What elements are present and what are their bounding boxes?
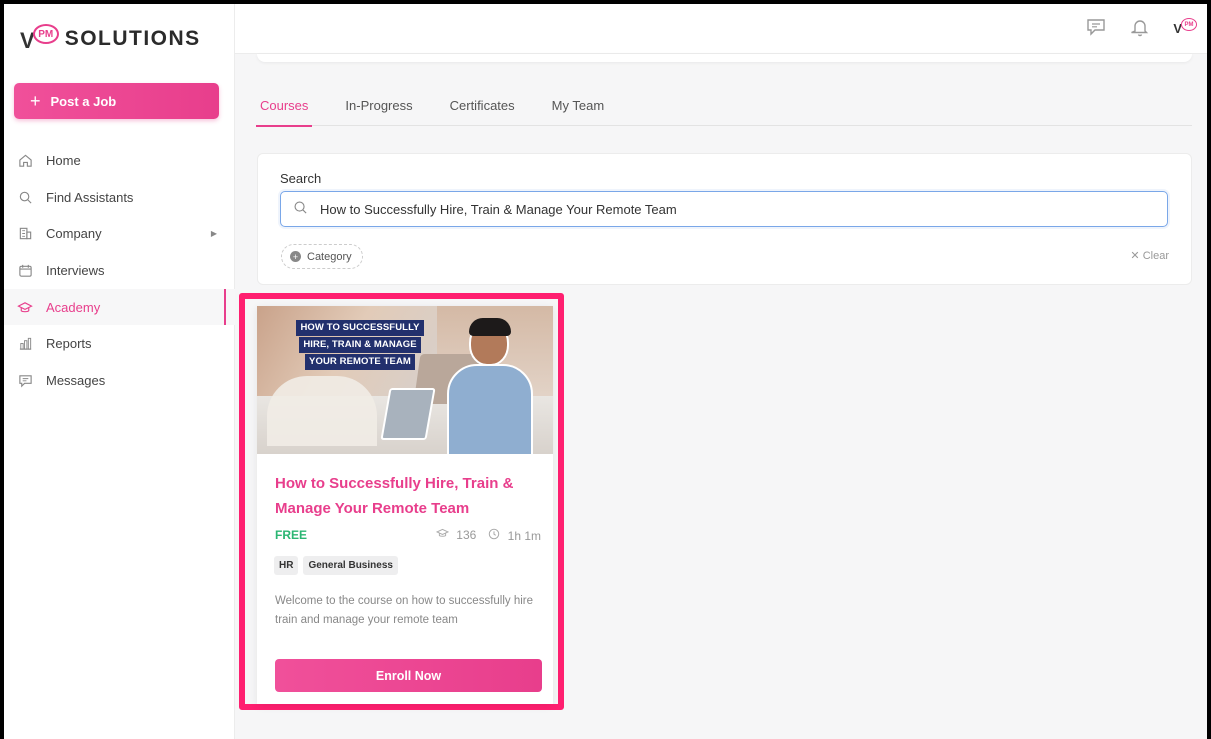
course-meta: FREE 136 1h 1m (275, 528, 541, 544)
banner-line: HIRE, TRAIN & MANAGE (299, 337, 421, 353)
academy-tabs: Courses In-Progress Certificates My Team (255, 92, 1192, 127)
brand-logo[interactable]: V PM SOLUTIONS (20, 20, 201, 56)
sidebar-item-label: Find Assistants (46, 189, 134, 205)
building-icon (16, 225, 34, 243)
sidebar-item-label: Company (46, 226, 102, 242)
logo-pm: PM (1181, 18, 1197, 31)
sidebar-item-interviews[interactable]: Interviews (4, 252, 235, 289)
chat-icon[interactable] (1085, 16, 1107, 38)
enrolled-count: 136 (435, 528, 477, 543)
course-title[interactable]: How to Successfully Hire, Train & Manage… (275, 471, 540, 521)
sidebar: V PM SOLUTIONS + Post a Job Home Find As… (4, 4, 235, 739)
post-job-label: Post a Job (50, 93, 117, 109)
tab-certificates[interactable]: Certificates (450, 92, 515, 126)
plus-circle-icon: + (290, 251, 301, 262)
banner-line: YOUR REMOTE TEAM (305, 354, 415, 370)
clear-button[interactable]: ✕ Clear (1130, 249, 1169, 262)
top-panel-edge (257, 54, 1192, 62)
topbar: V PM (235, 4, 1207, 54)
course-banner: HOW TO SUCCESSFULLY HIRE, TRAIN & MANAGE… (285, 320, 435, 371)
thumb-arm (267, 376, 377, 446)
sidebar-item-reports[interactable]: Reports (4, 325, 235, 362)
sidebar-item-label: Reports (46, 336, 92, 352)
tab-in-progress[interactable]: In-Progress (345, 92, 412, 126)
graduation-cap-icon (435, 528, 452, 542)
chat-icon (16, 371, 34, 389)
sidebar-item-home[interactable]: Home (4, 142, 235, 179)
clock-icon (488, 528, 503, 543)
tag-hr: HR (274, 556, 299, 575)
sidebar-item-messages[interactable]: Messages (4, 362, 235, 399)
graduation-cap-icon (16, 298, 34, 316)
tag-general-business: General Business (303, 556, 398, 575)
course-tags: HR General Business (274, 556, 398, 575)
course-stats: 136 1h 1m (435, 528, 541, 543)
thumb-body (447, 364, 533, 454)
sidebar-item-find-assistants[interactable]: Find Assistants (4, 179, 235, 216)
bar-chart-icon (16, 335, 34, 353)
search-field[interactable] (280, 191, 1168, 227)
vpm-logo-mark: V PM (20, 24, 59, 52)
bell-icon[interactable] (1129, 16, 1151, 38)
home-icon (16, 151, 34, 169)
thumb-laptop (380, 388, 436, 440)
sidebar-item-label: Academy (46, 299, 101, 315)
logo-text: SOLUTIONS (64, 27, 201, 50)
user-avatar[interactable]: V PM (1173, 18, 1197, 36)
clear-label: Clear (1142, 250, 1169, 262)
sidebar-item-label: Messages (46, 372, 106, 388)
sidebar-item-label: Interviews (46, 262, 105, 278)
tab-courses[interactable]: Courses (255, 92, 313, 127)
search-input[interactable] (320, 201, 1140, 217)
sidebar-nav: Home Find Assistants Company ▶ Interview… (4, 142, 235, 399)
enroll-now-button[interactable]: Enroll Now (275, 659, 542, 692)
course-thumbnail: HOW TO SUCCESSFULLY HIRE, TRAIN & MANAGE… (257, 306, 553, 454)
chevron-right-icon: ▶ (210, 229, 217, 239)
search-icon (293, 200, 308, 218)
course-duration: 1h 1m (488, 528, 541, 543)
close-icon: ✕ (1130, 250, 1140, 262)
plus-icon: + (30, 91, 41, 111)
sidebar-item-academy[interactable]: Academy (4, 288, 235, 326)
course-price: FREE (275, 528, 308, 542)
logo-pm: PM (32, 24, 59, 44)
search-icon (16, 188, 34, 206)
topbar-actions: V PM (1085, 16, 1197, 38)
banner-line: HOW TO SUCCESSFULLY (296, 320, 424, 336)
category-label: Category (307, 250, 352, 263)
thumb-person (447, 318, 533, 454)
tab-my-team[interactable]: My Team (552, 92, 605, 126)
thumb-hair (469, 318, 511, 336)
sidebar-item-label: Home (46, 152, 81, 168)
course-card[interactable]: HOW TO SUCCESSFULLY HIRE, TRAIN & MANAGE… (257, 306, 553, 704)
sidebar-item-company[interactable]: Company ▶ (4, 215, 235, 252)
course-description: Welcome to the course on how to successf… (275, 595, 534, 626)
app-window: V PM SOLUTIONS + Post a Job Home Find As… (4, 4, 1207, 739)
calendar-icon (16, 261, 34, 279)
duration-value: 1h 1m (507, 529, 541, 543)
enrolled-value: 136 (456, 528, 477, 542)
search-panel: Search + Category ✕ Clear (257, 153, 1192, 285)
post-job-button[interactable]: + Post a Job (14, 83, 219, 119)
search-label: Search (280, 171, 322, 186)
category-filter-chip[interactable]: + Category (281, 244, 363, 269)
